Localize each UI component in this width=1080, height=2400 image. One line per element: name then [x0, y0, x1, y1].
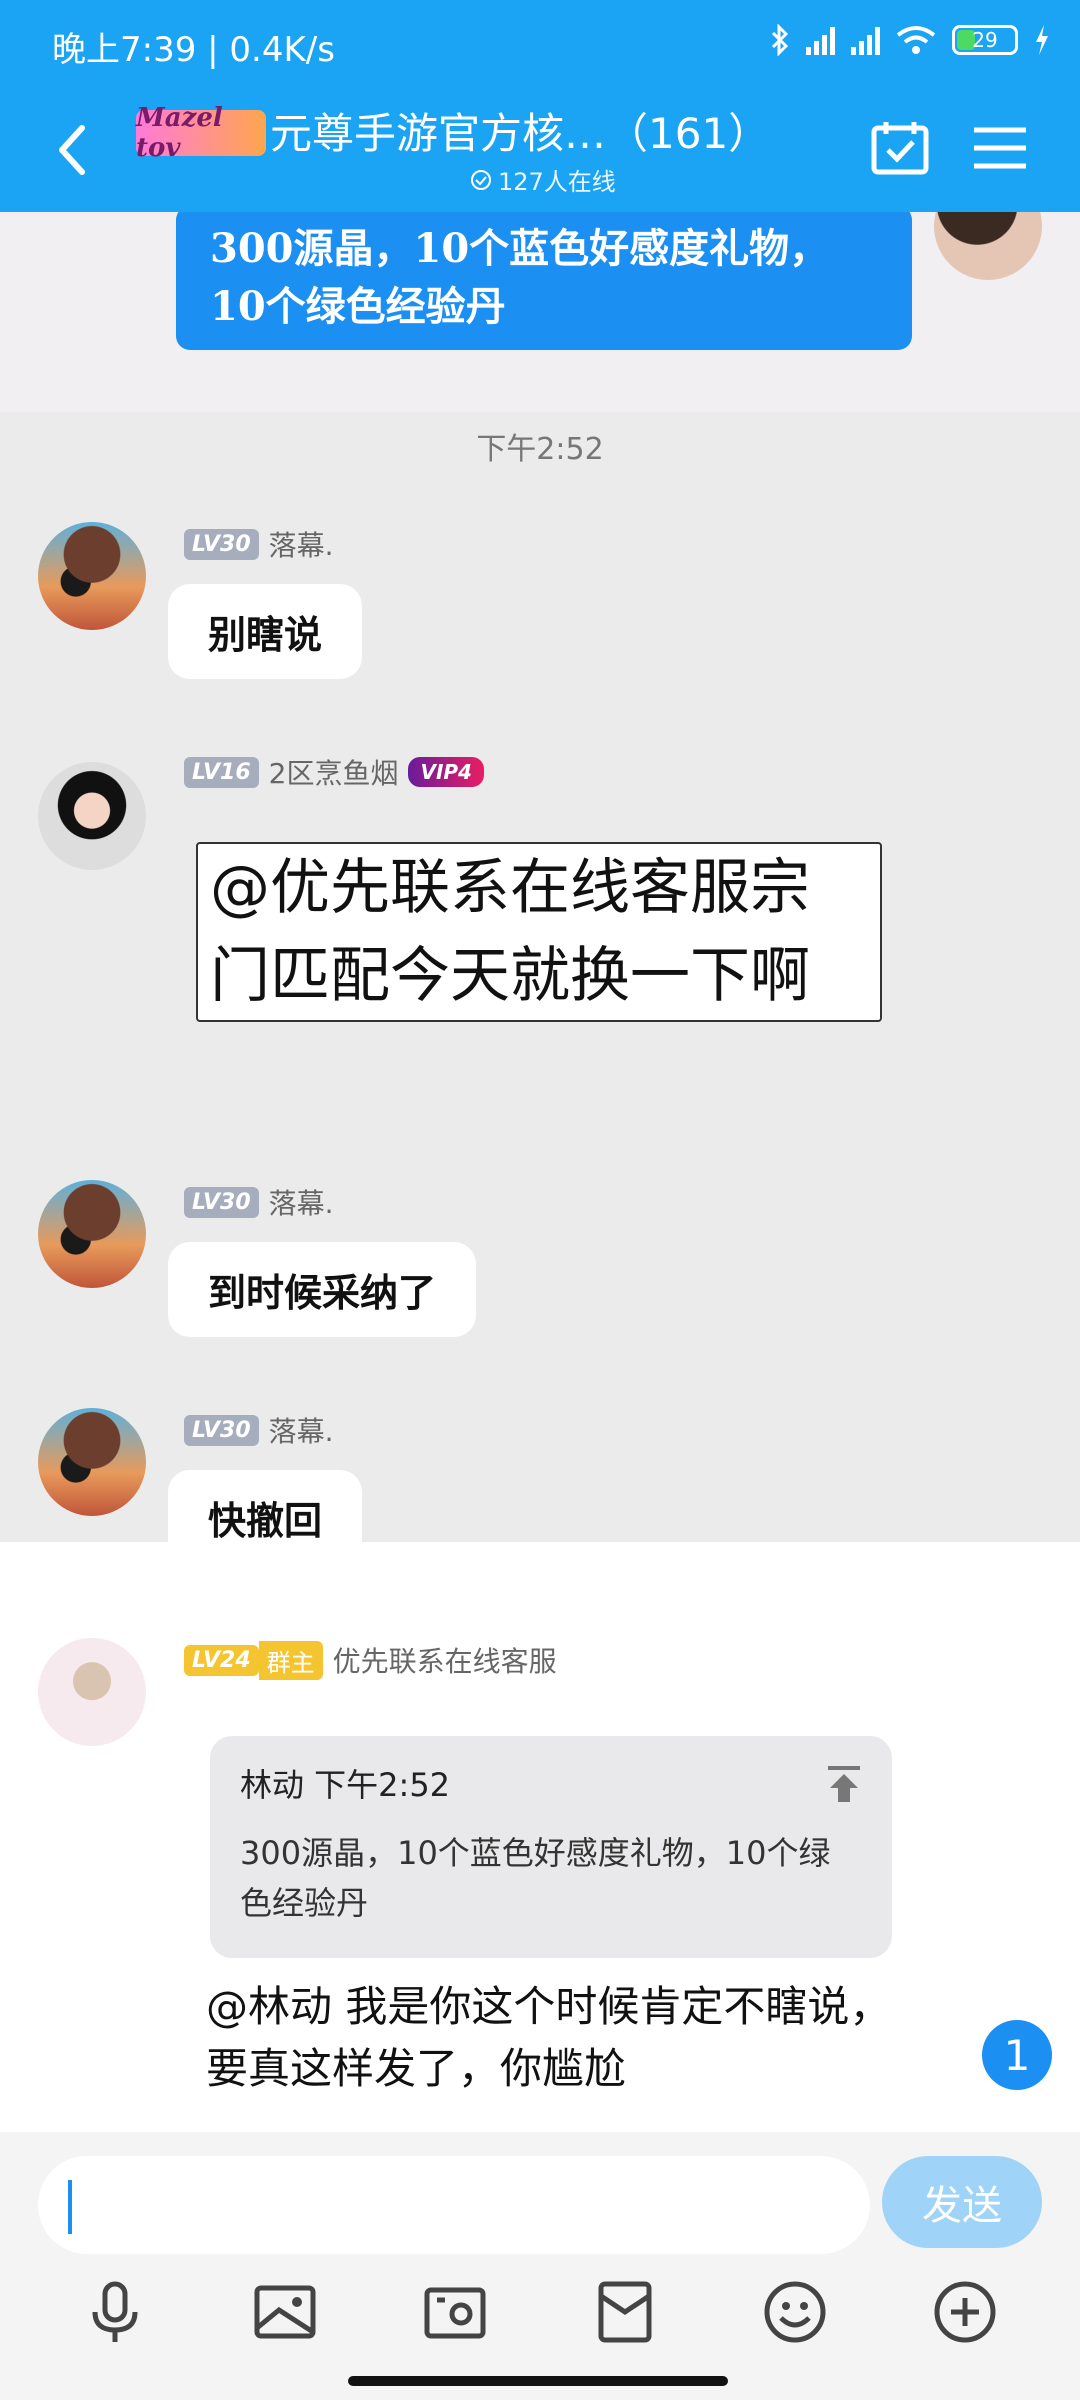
vip-badge: VIP4 [408, 757, 484, 787]
bluetooth-icon [771, 24, 789, 56]
level-badge: LV16 [184, 756, 259, 788]
status-icons: 29 [770, 24, 1050, 56]
chat-area[interactable]: 300源晶，10个蓝色好感度礼物，10个绿色经验丹 下午2:52 LV30 落幕… [0, 212, 1080, 2132]
quote-header: 林动 下午2:52 [240, 1766, 451, 1804]
avatar-pengyuyan[interactable] [38, 762, 146, 870]
message-bubble[interactable]: 到时候采纳了 [168, 1242, 477, 1337]
time-separator: 下午2:52 [476, 432, 604, 467]
toolbar [0, 2272, 1080, 2352]
message-bubble-self[interactable]: 300源晶，10个蓝色好感度礼物，10个绿色经验丹 [176, 212, 912, 350]
image-icon[interactable] [249, 2276, 321, 2348]
online-count: 127人在线 [470, 162, 616, 197]
sender-name[interactable]: 落幕. [269, 1410, 334, 1450]
signal-icon-2 [851, 25, 880, 55]
level-badge: LV30 [184, 528, 259, 560]
sender-meta: LV30 落幕. [184, 524, 334, 564]
camera-icon[interactable] [419, 2276, 491, 2348]
signal-icon [806, 25, 835, 55]
unread-badge[interactable]: 1 [982, 2020, 1052, 2090]
home-indicator[interactable] [348, 2376, 728, 2386]
battery-icon: 29 [952, 25, 1018, 55]
status-bar: 晚上7:39 | 0.4K/s 29 [0, 0, 1080, 92]
plus-icon[interactable] [929, 2276, 1001, 2348]
back-icon[interactable] [52, 120, 92, 180]
avatar-luomu[interactable] [38, 1408, 146, 1516]
red-packet-icon[interactable] [589, 2276, 661, 2348]
online-text: 127人在线 [498, 168, 616, 196]
header: 晚上7:39 | 0.4K/s 29 Mazel tov 元尊手游官方核…（16… [0, 0, 1080, 212]
sender-meta: LV16 2区烹鱼烟 VIP4 [184, 752, 484, 792]
charging-icon [1036, 25, 1048, 55]
input-bar: 发送 [0, 2132, 1080, 2400]
nav-bar: Mazel tov 元尊手游官方核…（161） 127人在线 [0, 92, 1080, 212]
sender-name[interactable]: 2区烹鱼烟 [269, 752, 399, 792]
avatar-owner[interactable] [38, 1638, 146, 1746]
sender-name[interactable]: 落幕. [269, 1182, 334, 1222]
sender-meta: LV30 落幕. [184, 1182, 334, 1222]
wifi-icon [896, 26, 936, 54]
message-bubble-framed[interactable]: @优先联系在线客服宗门匹配今天就换一下啊 [196, 842, 882, 1022]
avatar-luomu[interactable] [38, 522, 146, 630]
sender-name[interactable]: 落幕. [269, 524, 334, 564]
sender-meta: LV24 群主 优先联系在线客服 [184, 1640, 557, 1680]
reply-text[interactable]: @林动 我是你这个时候肯定不瞎说，要真这样发了，你尴尬 [206, 1976, 926, 2100]
quoted-message[interactable]: 林动 下午2:52 300源晶，10个蓝色好感度礼物，10个绿色经验丹 [210, 1736, 892, 1958]
message-bubble[interactable]: 别瞎说 [168, 584, 363, 679]
level-badge: LV30 [184, 1186, 259, 1218]
send-button[interactable]: 发送 [882, 2156, 1042, 2248]
sender-meta: LV30 落幕. [184, 1410, 334, 1450]
level-badge: LV30 [184, 1414, 259, 1446]
owner-badge: 群主 [258, 1640, 323, 1680]
jump-to-top-icon[interactable] [824, 1764, 864, 1804]
text-cursor [68, 2180, 72, 2234]
message-input[interactable] [38, 2156, 870, 2254]
sender-name[interactable]: 优先联系在线客服 [333, 1640, 557, 1680]
calendar-check-icon[interactable] [870, 118, 930, 178]
microphone-icon[interactable] [79, 2276, 151, 2348]
status-time: 晚上7:39 | 0.4K/s [52, 30, 335, 70]
group-title[interactable]: 元尊手游官方核…（161） [270, 100, 770, 161]
group-logo: Mazel tov [136, 103, 266, 163]
online-icon [471, 169, 491, 190]
level-badge: LV24 [184, 1644, 259, 1676]
avatar-luomu[interactable] [38, 1180, 146, 1288]
menu-icon[interactable] [970, 118, 1030, 178]
emoji-icon[interactable] [759, 2276, 831, 2348]
quote-body: 300源晶，10个蓝色好感度礼物，10个绿色经验丹 [240, 1834, 831, 1922]
